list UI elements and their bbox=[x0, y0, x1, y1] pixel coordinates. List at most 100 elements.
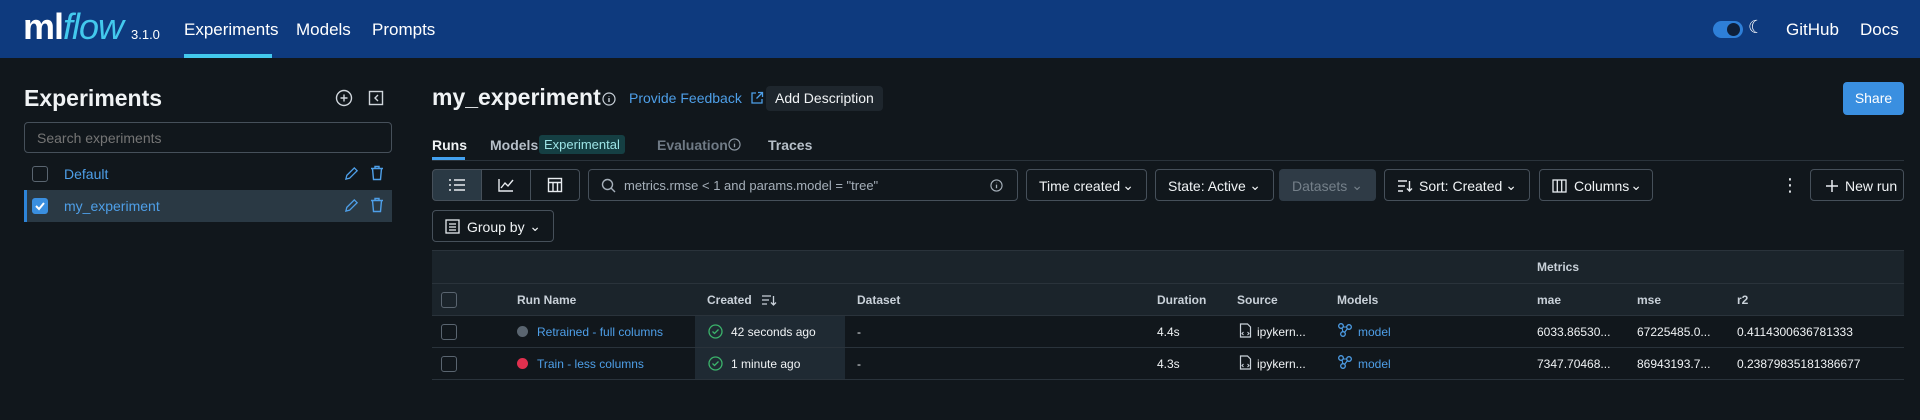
chevron-down-icon: ⌄ bbox=[1122, 177, 1134, 193]
select-all-checkbox[interactable] bbox=[441, 292, 457, 308]
active-nav-indicator bbox=[184, 54, 272, 58]
row-checkbox[interactable] bbox=[441, 324, 457, 340]
group-by-label: Group by bbox=[467, 219, 525, 235]
docs-link[interactable]: Docs bbox=[1860, 20, 1899, 40]
mse-value: 86943193.7... bbox=[1637, 357, 1711, 371]
source-value[interactable]: ipykern... bbox=[1257, 357, 1306, 371]
run-color-dot[interactable] bbox=[517, 326, 528, 337]
time-created-dropdown[interactable]: Time created ⌄ bbox=[1026, 169, 1147, 201]
nav-prompts[interactable]: Prompts bbox=[372, 20, 435, 40]
column-header-created[interactable]: Created bbox=[707, 293, 777, 307]
table-border bbox=[432, 283, 1904, 284]
state-dropdown[interactable]: State: Active ⌄ bbox=[1155, 169, 1274, 201]
collapse-icon bbox=[368, 90, 384, 106]
nav-experiments[interactable]: Experiments bbox=[184, 20, 278, 40]
tab-models[interactable]: Models bbox=[490, 137, 538, 153]
run-color-dot[interactable] bbox=[517, 358, 528, 369]
r2-value: 0.23879835181386677 bbox=[1737, 357, 1861, 371]
group-icon bbox=[445, 219, 460, 234]
column-header-mae[interactable]: mae bbox=[1537, 293, 1561, 307]
edit-icon[interactable] bbox=[344, 166, 359, 181]
model-link[interactable]: model bbox=[1358, 357, 1391, 371]
mae-value: 6033.86530... bbox=[1537, 325, 1611, 339]
more-options-icon[interactable]: ⋮ bbox=[1781, 175, 1799, 196]
group-by-dropdown[interactable]: Group by ⌄ bbox=[432, 210, 554, 242]
experiment-checkbox[interactable] bbox=[32, 198, 48, 214]
mlflow-logo[interactable]: mlflow bbox=[23, 6, 124, 48]
experiment-item-my-experiment[interactable]: my_experiment bbox=[24, 190, 392, 222]
table-view-button[interactable] bbox=[432, 169, 482, 201]
chevron-down-icon: ⌄ bbox=[1630, 177, 1642, 193]
moon-icon: ☾ bbox=[1748, 17, 1765, 37]
table-border bbox=[432, 347, 1904, 348]
dataset-value: - bbox=[857, 357, 861, 371]
logo-ml: ml bbox=[23, 6, 64, 47]
info-icon bbox=[728, 138, 741, 151]
experiment-checkbox[interactable] bbox=[32, 166, 48, 182]
nav-models[interactable]: Models bbox=[296, 20, 351, 40]
source-value[interactable]: ipykern... bbox=[1257, 325, 1306, 339]
top-navbar bbox=[0, 0, 1920, 58]
artifact-view-button[interactable] bbox=[530, 169, 580, 201]
chart-icon bbox=[498, 179, 514, 192]
trash-icon[interactable] bbox=[370, 165, 384, 181]
sidebar-title: Experiments bbox=[24, 85, 163, 111]
columns-dropdown[interactable]: Columns ⌄ bbox=[1539, 169, 1653, 201]
edit-icon[interactable] bbox=[344, 198, 359, 213]
duration-value: 4.4s bbox=[1157, 325, 1180, 339]
experiment-item-default[interactable]: Default bbox=[24, 158, 392, 190]
tab-traces[interactable]: Traces bbox=[768, 137, 812, 153]
metrics-group-header: Metrics bbox=[1537, 260, 1580, 274]
column-header-source[interactable]: Source bbox=[1237, 293, 1278, 307]
info-icon[interactable] bbox=[990, 179, 1003, 192]
experimental-badge: Experimental bbox=[539, 135, 625, 154]
plus-icon bbox=[1826, 180, 1838, 192]
info-icon[interactable] bbox=[602, 92, 616, 106]
add-description-button[interactable]: Add Description bbox=[766, 86, 883, 111]
column-header-duration[interactable]: Duration bbox=[1157, 293, 1206, 307]
github-link[interactable]: GitHub bbox=[1786, 20, 1839, 40]
chevron-down-icon: ⌄ bbox=[1351, 177, 1363, 193]
sort-label: Sort: Created bbox=[1419, 178, 1503, 194]
row-checkbox[interactable] bbox=[441, 356, 457, 372]
external-link-icon bbox=[751, 91, 763, 104]
time-created-label: Time created bbox=[1039, 178, 1121, 194]
model-icon bbox=[1338, 323, 1352, 337]
add-experiment-button[interactable] bbox=[334, 88, 354, 108]
column-header-mse[interactable]: mse bbox=[1637, 293, 1661, 307]
datasets-dropdown[interactable]: Datasets ⌄ bbox=[1279, 169, 1376, 201]
collapse-sidebar-button[interactable] bbox=[366, 88, 386, 108]
column-header-run-name[interactable]: Run Name bbox=[517, 293, 576, 307]
provide-feedback-link[interactable]: Provide Feedback bbox=[629, 90, 764, 106]
logo-flow: flow bbox=[63, 6, 124, 47]
notebook-icon bbox=[1239, 355, 1252, 370]
column-header-dataset[interactable]: Dataset bbox=[857, 293, 900, 307]
columns-icon bbox=[1552, 179, 1567, 193]
search-icon bbox=[601, 178, 616, 193]
chart-view-button[interactable] bbox=[481, 169, 531, 201]
share-button[interactable]: Share bbox=[1843, 82, 1904, 115]
trash-icon[interactable] bbox=[370, 197, 384, 213]
sort-dropdown[interactable]: Sort: Created ⌄ bbox=[1384, 169, 1530, 201]
new-run-button[interactable]: New run bbox=[1810, 169, 1904, 201]
tab-evaluation[interactable]: Evaluation bbox=[657, 137, 728, 153]
check-icon bbox=[35, 202, 45, 211]
notebook-icon bbox=[1239, 323, 1252, 338]
duration-value: 4.3s bbox=[1157, 357, 1180, 371]
run-name-link[interactable]: Retrained - full columns bbox=[537, 325, 663, 339]
new-run-label: New run bbox=[1845, 178, 1898, 194]
tab-runs[interactable]: Runs bbox=[432, 137, 467, 153]
search-experiments-input[interactable] bbox=[24, 122, 392, 153]
mse-value: 67225485.0... bbox=[1637, 325, 1711, 339]
created-header-label: Created bbox=[707, 293, 752, 307]
run-name-link[interactable]: Train - less columns bbox=[537, 357, 644, 371]
column-header-r2[interactable]: r2 bbox=[1737, 293, 1748, 307]
filter-text: metrics.rmse < 1 and params.model = "tre… bbox=[624, 178, 879, 193]
table-border bbox=[432, 315, 1904, 316]
chevron-down-icon: ⌄ bbox=[1505, 177, 1517, 193]
feedback-label: Provide Feedback bbox=[629, 90, 742, 106]
column-header-models[interactable]: Models bbox=[1337, 293, 1378, 307]
sort-icon bbox=[1398, 180, 1413, 192]
model-icon bbox=[1338, 355, 1352, 369]
model-link[interactable]: model bbox=[1358, 325, 1391, 339]
